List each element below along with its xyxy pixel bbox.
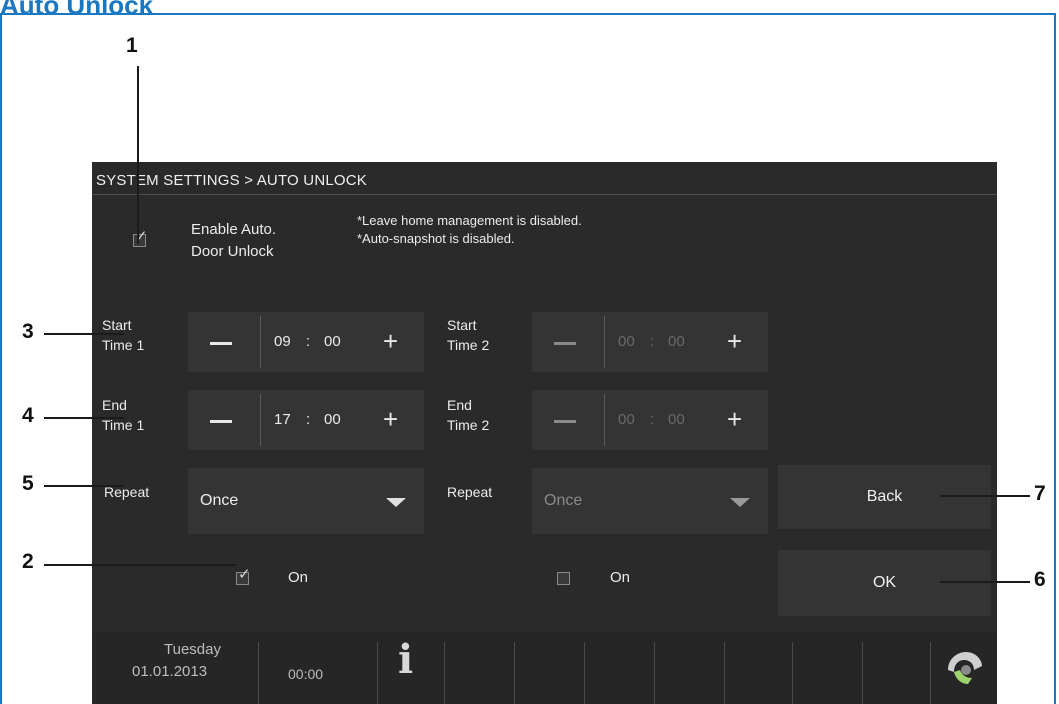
end-time1-minute[interactable]: 00 bbox=[324, 411, 341, 428]
repeat1-value: Once bbox=[200, 492, 239, 509]
status-divider bbox=[514, 642, 515, 704]
end-time2-plus-button[interactable]: + bbox=[727, 406, 742, 432]
field-divider bbox=[260, 316, 261, 368]
status-date: 01.01.2013 bbox=[132, 663, 208, 680]
repeat1-dropdown[interactable]: Once bbox=[188, 468, 424, 534]
note-leave-home: *Leave home management is disabled. bbox=[357, 213, 582, 228]
end-time2-minus-button[interactable] bbox=[554, 420, 576, 423]
start-time2-minus-button[interactable] bbox=[554, 342, 576, 345]
callout-5: 5 bbox=[22, 472, 34, 495]
end-time2-label-line1: End bbox=[447, 397, 472, 413]
repeat2-dropdown[interactable]: Once bbox=[532, 468, 768, 534]
schedule2-on-label: On bbox=[610, 569, 631, 586]
schedule1-on-label: On bbox=[288, 569, 309, 586]
start-time1-label-line1: Start bbox=[102, 317, 132, 333]
note-auto-snapshot: *Auto-snapshot is disabled. bbox=[357, 231, 515, 246]
callout-4: 4 bbox=[22, 404, 34, 427]
enable-auto-unlock-checkbox[interactable]: ✓ bbox=[133, 229, 148, 247]
status-divider bbox=[258, 642, 259, 704]
status-day: Tuesday bbox=[164, 641, 221, 658]
repeat2-label: Repeat bbox=[447, 484, 493, 500]
start-time1-minus-button[interactable] bbox=[210, 342, 232, 345]
field-divider bbox=[260, 394, 261, 446]
start-time1-label-line2: Time 1 bbox=[102, 337, 145, 353]
status-divider bbox=[584, 642, 585, 704]
status-divider bbox=[930, 642, 931, 704]
ok-button[interactable]: OK bbox=[778, 550, 991, 616]
status-divider bbox=[862, 642, 863, 704]
start-time2-label-line2: Time 2 bbox=[447, 337, 490, 353]
monitor-camera-icon[interactable] bbox=[944, 648, 984, 692]
time-colon: : bbox=[650, 333, 655, 350]
end-time2-minute[interactable]: 00 bbox=[668, 411, 685, 428]
end-time2-label-line2: Time 2 bbox=[447, 417, 490, 433]
end-time1-label-line1: End bbox=[102, 397, 127, 413]
schedule1-on-checkbox[interactable]: ✓ bbox=[236, 567, 251, 585]
callout-3-leader bbox=[44, 333, 124, 335]
end-time1-field: 17 : 00 + bbox=[188, 390, 424, 450]
status-time: 00:00 bbox=[288, 666, 324, 682]
start-time2-hour[interactable]: 00 bbox=[618, 333, 635, 350]
start-time1-field: 09 : 00 + bbox=[188, 312, 424, 372]
schedule2-on-checkbox[interactable] bbox=[557, 572, 570, 585]
start-time2-minute[interactable]: 00 bbox=[668, 333, 685, 350]
callout-2-leader bbox=[44, 564, 236, 566]
callout-2: 2 bbox=[22, 550, 34, 573]
callout-6-leader bbox=[940, 581, 1030, 583]
device-screen: SYSTEM SETTINGS > AUTO UNLOCK ✓ Enable A… bbox=[92, 162, 997, 704]
callout-5-leader bbox=[44, 485, 124, 487]
start-time1-minute[interactable]: 00 bbox=[324, 333, 341, 350]
end-time1-plus-button[interactable]: + bbox=[383, 406, 398, 432]
info-icon[interactable]: i bbox=[398, 640, 413, 680]
time-colon: : bbox=[306, 333, 311, 350]
repeat2-value: Once bbox=[544, 492, 583, 509]
field-divider bbox=[604, 316, 605, 368]
start-time2-field: 00 : 00 + bbox=[532, 312, 768, 372]
time-colon: : bbox=[306, 411, 311, 428]
callout-3: 3 bbox=[22, 320, 34, 343]
callout-6: 6 bbox=[1034, 568, 1046, 591]
end-time2-hour[interactable]: 00 bbox=[618, 411, 635, 428]
start-time1-hour[interactable]: 09 bbox=[274, 333, 291, 350]
chevron-down-icon bbox=[730, 498, 750, 507]
field-divider bbox=[604, 394, 605, 446]
enable-label-line1: Enable Auto. bbox=[191, 221, 277, 238]
end-time1-minus-button[interactable] bbox=[210, 420, 232, 423]
callout-1-leader bbox=[137, 66, 139, 244]
back-button[interactable]: Back bbox=[778, 465, 991, 529]
end-time2-field: 00 : 00 + bbox=[532, 390, 768, 450]
start-time2-plus-button[interactable]: + bbox=[727, 328, 742, 354]
status-divider bbox=[377, 642, 378, 704]
enable-label-line2: Door Unlock bbox=[191, 243, 274, 260]
time-colon: : bbox=[650, 411, 655, 428]
callout-7: 7 bbox=[1034, 482, 1046, 505]
status-divider bbox=[654, 642, 655, 704]
breadcrumb-divider bbox=[92, 194, 997, 195]
start-time2-label-line1: Start bbox=[447, 317, 477, 333]
callout-1: 1 bbox=[126, 34, 138, 57]
callout-7-leader bbox=[940, 495, 1030, 497]
end-time1-hour[interactable]: 17 bbox=[274, 411, 291, 428]
status-divider bbox=[792, 642, 793, 704]
status-divider bbox=[444, 642, 445, 704]
check-icon: ✓ bbox=[238, 566, 251, 583]
callout-4-leader bbox=[44, 417, 124, 419]
chevron-down-icon bbox=[386, 498, 406, 507]
start-time1-plus-button[interactable]: + bbox=[383, 328, 398, 354]
status-divider bbox=[724, 642, 725, 704]
